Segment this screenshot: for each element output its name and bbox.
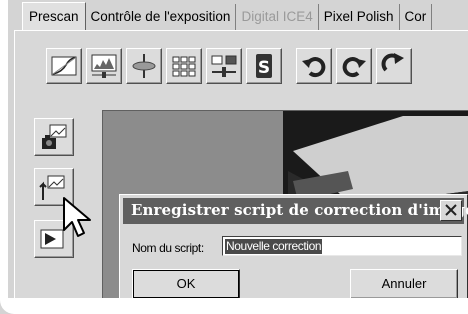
- tab-digital-ice4[interactable]: Digital ICE4: [236, 4, 319, 30]
- levels-icon: [91, 54, 117, 78]
- undo-button[interactable]: [296, 48, 332, 84]
- curve-button[interactable]: [46, 48, 82, 84]
- tab-exposure-control[interactable]: Contrôle de l'exposition: [85, 4, 237, 30]
- script-icon: S: [256, 54, 272, 78]
- dialog-titlebar[interactable]: Enregistrer script de correction d'image: [123, 198, 468, 224]
- ok-button[interactable]: OK: [132, 269, 240, 299]
- scanner-panel: Prescan Contrôle de l'exposition Digital…: [0, 0, 468, 314]
- grid-icon: [172, 56, 196, 77]
- script-name-label: Nom du script:: [132, 241, 204, 255]
- dialog-title: Enregistrer script de correction d'image: [131, 201, 468, 219]
- reset-button[interactable]: [376, 48, 412, 84]
- redo-button[interactable]: [336, 48, 372, 84]
- color-balance-icon: [132, 54, 156, 78]
- slider-icon: [211, 55, 237, 77]
- tab-bar: Prescan Contrôle de l'exposition Digital…: [22, 2, 468, 30]
- curve-icon: [51, 56, 77, 76]
- svg-text:S: S: [258, 58, 270, 78]
- tab-prescan[interactable]: Prescan: [22, 2, 86, 30]
- color-balance-button[interactable]: [126, 48, 162, 84]
- redo-icon: [342, 57, 366, 78]
- undo-icon: [302, 57, 326, 78]
- camera-load-icon: [42, 124, 67, 149]
- close-button[interactable]: [440, 200, 462, 221]
- reset-icon: [381, 53, 404, 72]
- slider-button[interactable]: [206, 48, 242, 84]
- grid-button[interactable]: [166, 48, 202, 84]
- mouse-pointer-icon: [63, 197, 91, 237]
- close-icon: [445, 204, 457, 216]
- save-script-dialog: Enregistrer script de correction d'image…: [119, 194, 468, 306]
- load-button[interactable]: [34, 118, 74, 156]
- cancel-button[interactable]: Annuler: [350, 269, 458, 299]
- levels-button[interactable]: [86, 48, 122, 84]
- tab-pixel-polish[interactable]: Pixel Polish: [318, 4, 400, 30]
- script-button[interactable]: S: [246, 48, 282, 84]
- tab-correction[interactable]: Cor: [399, 4, 433, 30]
- script-name-value: Nouvelle correction: [225, 239, 323, 254]
